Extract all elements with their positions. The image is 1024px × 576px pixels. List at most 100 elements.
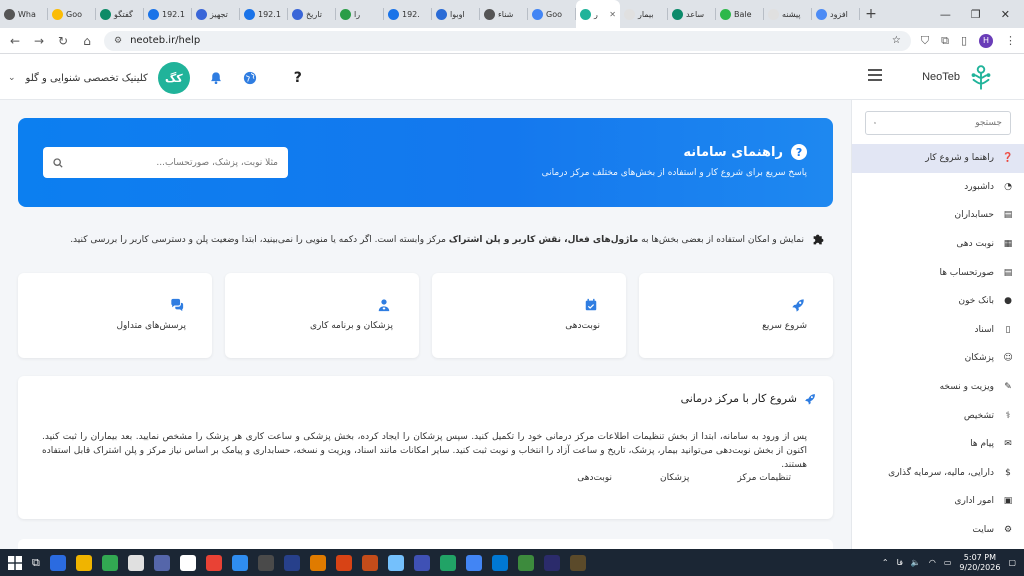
bookmark-star-icon[interactable]: ☆: [892, 35, 901, 46]
browser-tab[interactable]: اوبوا: [432, 0, 480, 28]
sidebar-search-input[interactable]: [882, 118, 1002, 128]
browser-tab[interactable]: افزود: [812, 0, 860, 28]
shield-icon[interactable]: ⛉: [921, 34, 929, 48]
sidebar-item[interactable]: ❓ راهنما و شروع کار: [852, 144, 1024, 173]
taskbar-app-icon[interactable]: [127, 554, 144, 571]
sidebar-item[interactable]: ✎ ویزیت و نسخه: [852, 373, 1024, 402]
tab-close-icon[interactable]: ✕: [609, 10, 616, 19]
taskbar-app-icon[interactable]: [491, 554, 508, 571]
taskbar-app-icon[interactable]: [309, 554, 326, 571]
profile-avatar[interactable]: H: [979, 33, 993, 48]
language-indicator[interactable]: فا: [897, 558, 903, 567]
section-link[interactable]: نوبت‌دهی: [577, 473, 612, 483]
taskbar-app-icon[interactable]: [101, 554, 118, 571]
url-field[interactable]: ⚙ neoteb.ir/help ☆: [104, 30, 911, 51]
close-window-icon[interactable]: ✕: [1001, 8, 1010, 21]
taskbar-app-icon[interactable]: [387, 554, 404, 571]
taskbar-app-icon[interactable]: [283, 554, 300, 571]
clock[interactable]: 5:07 PM 9/20/2026: [959, 553, 1000, 573]
quick-link-card[interactable]: نوبت‌دهی: [432, 273, 626, 358]
help-icon[interactable]: ?: [294, 70, 302, 86]
browser-tab[interactable]: 192.1: [240, 0, 288, 28]
taskbar-app-icon[interactable]: [543, 554, 560, 571]
taskbar-app-icon[interactable]: [49, 554, 66, 571]
logo[interactable]: NeoTeb: [922, 62, 996, 92]
sidebar-item[interactable]: $ دارایی، مالیه، سرمایه گذاری: [852, 459, 1024, 488]
section-link[interactable]: پزشکان: [660, 473, 689, 483]
tab-title: پیشنه: [782, 9, 801, 19]
wifi-icon[interactable]: ◠: [929, 558, 936, 567]
browser-tab[interactable]: را: [336, 0, 384, 28]
taskbar-app-icon[interactable]: [569, 554, 586, 571]
browser-tab[interactable]: ساعد: [668, 0, 716, 28]
section-link[interactable]: تنظیمات مرکز: [737, 473, 791, 483]
extensions-icon[interactable]: ⧉: [941, 34, 949, 48]
task-view-icon[interactable]: ⧉: [32, 556, 40, 570]
sidebar-item[interactable]: ✉ پیام ها: [852, 430, 1024, 459]
windows-start-icon[interactable]: [8, 555, 22, 570]
notification-icon[interactable]: ▢: [1008, 558, 1016, 567]
clinic-name[interactable]: کلینیک تخصصی شنوایی و گلو: [26, 73, 148, 84]
maximize-icon[interactable]: ❐: [971, 8, 981, 21]
tray-chevron-icon[interactable]: ⌃: [882, 558, 889, 567]
quick-link-card[interactable]: پزشکان و برنامه کاری: [225, 273, 419, 358]
browser-tab[interactable]: Goo: [528, 0, 576, 28]
sidebar-item[interactable]: ◔ داشبورد: [852, 173, 1024, 202]
taskbar-app-icon[interactable]: [465, 554, 482, 571]
taskbar-app-icon[interactable]: [439, 554, 456, 571]
reload-icon[interactable]: ↻: [56, 34, 70, 48]
taskbar-app-icon[interactable]: [257, 554, 274, 571]
menu-toggle-button[interactable]: [868, 69, 882, 81]
sidebar-item[interactable]: ⚕ تشخیص: [852, 401, 1024, 430]
browser-tab[interactable]: شناء: [480, 0, 528, 28]
browser-tab[interactable]: 192.1: [144, 0, 192, 28]
browser-tab[interactable]: Bale: [716, 0, 764, 28]
browser-tab[interactable]: تجهیز: [192, 0, 240, 28]
taskbar-app-icon[interactable]: [179, 554, 196, 571]
menu-dots-icon[interactable]: ⋮: [1005, 34, 1016, 47]
browser-tab[interactable]: پیشنه: [764, 0, 812, 28]
sidebar-item[interactable]: ▤ حسابداران: [852, 201, 1024, 230]
browser-tab[interactable]: بیمار: [620, 0, 668, 28]
taskbar-app-icon[interactable]: [153, 554, 170, 571]
taskbar-app-icon[interactable]: [205, 554, 222, 571]
sidepanel-icon[interactable]: ▯: [961, 34, 967, 47]
sidebar-item[interactable]: ☺ پزشکان: [852, 344, 1024, 373]
taskbar-app-icon[interactable]: [75, 554, 92, 571]
minimize-icon[interactable]: —: [940, 8, 951, 21]
back-icon[interactable]: ←: [8, 34, 22, 48]
help-search-input[interactable]: [69, 157, 278, 168]
battery-icon[interactable]: ▭: [944, 558, 952, 567]
sidebar-item[interactable]: ● بانک خون: [852, 287, 1024, 316]
taskbar-app-icon[interactable]: [335, 554, 352, 571]
taskbar-app-icon[interactable]: [231, 554, 248, 571]
sidebar-item-label: نوبت دهی: [956, 239, 994, 250]
browser-tab[interactable]: ر ✕: [576, 0, 620, 28]
browser-tab[interactable]: Wha: [0, 0, 48, 28]
help-search[interactable]: [43, 147, 288, 178]
forward-icon[interactable]: →: [32, 34, 46, 48]
quick-link-card[interactable]: شروع سریع: [639, 273, 833, 358]
sidebar-item[interactable]: ▣ امور اداری: [852, 487, 1024, 516]
site-info-icon[interactable]: ⚙: [114, 36, 122, 46]
avatar[interactable]: کگ: [157, 62, 190, 94]
sidebar-item[interactable]: ▤ صورتحساب ها: [852, 258, 1024, 287]
bell-icon[interactable]: [208, 70, 224, 86]
sidebar-item[interactable]: ▯ اسناد: [852, 316, 1024, 345]
browser-tab[interactable]: گفتگو: [96, 0, 144, 28]
quick-link-card[interactable]: پرسش‌های متداول: [18, 273, 212, 358]
browser-tab[interactable]: 192.: [384, 0, 432, 28]
chevron-down-icon[interactable]: ⌄: [8, 73, 16, 83]
home-icon[interactable]: ⌂: [80, 34, 94, 48]
browser-tab[interactable]: تاریخ: [288, 0, 336, 28]
sidebar-item[interactable]: ▦ نوبت دهی: [852, 230, 1024, 259]
sidebar-item[interactable]: ⚙ سایت: [852, 516, 1024, 545]
new-tab-button[interactable]: +: [860, 6, 882, 22]
speaker-icon[interactable]: 🔈: [911, 558, 921, 567]
globe-icon[interactable]: [242, 70, 258, 86]
taskbar-app-icon[interactable]: [517, 554, 534, 571]
browser-tab[interactable]: Goo: [48, 0, 96, 28]
taskbar-app-icon[interactable]: [361, 554, 378, 571]
taskbar-app-icon[interactable]: [413, 554, 430, 571]
sidebar-search[interactable]: [865, 111, 1011, 135]
